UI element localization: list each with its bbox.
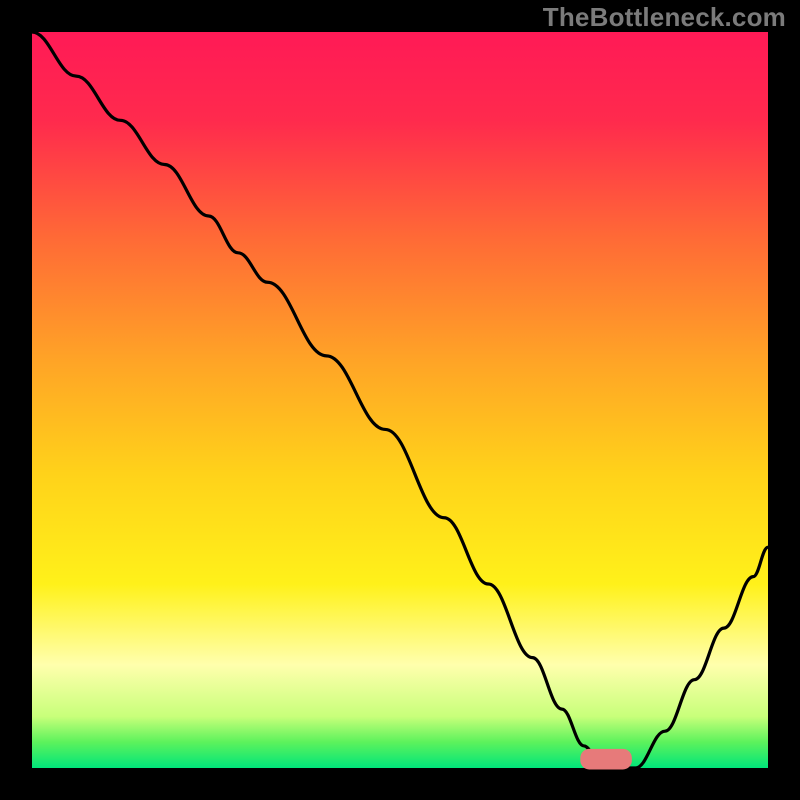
- bottleneck-chart: [0, 0, 800, 800]
- chart-frame: TheBottleneck.com: [0, 0, 800, 800]
- optimal-marker: [580, 749, 632, 770]
